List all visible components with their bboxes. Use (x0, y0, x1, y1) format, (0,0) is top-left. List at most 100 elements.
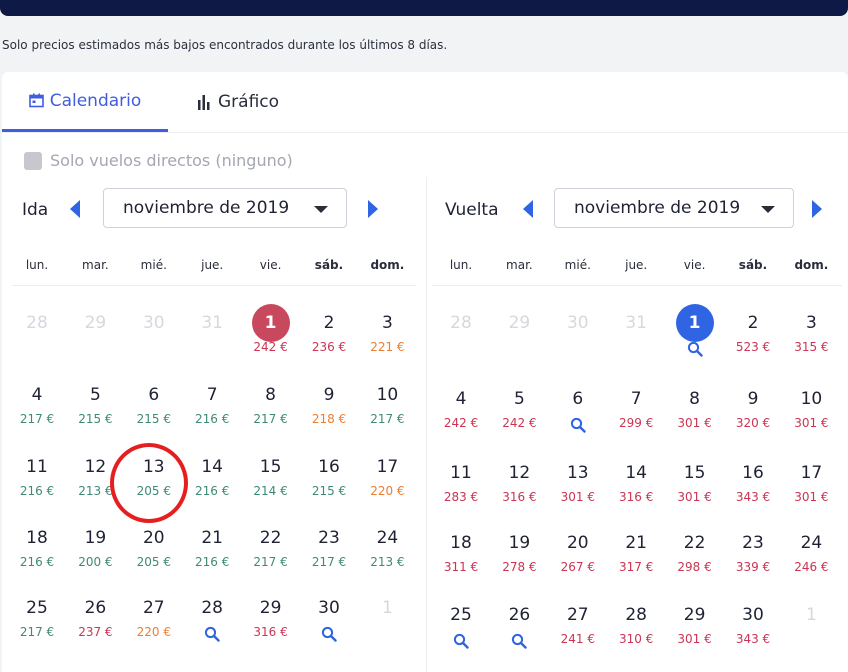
return-day-cell[interactable]: 16 343 € (724, 458, 782, 514)
return-day-cell[interactable]: 29 301 € (666, 600, 724, 656)
outbound-day-cell[interactable]: 27 220 € (125, 593, 183, 649)
day-number: 12 (84, 457, 107, 477)
day-price: 267 € (560, 560, 595, 574)
return-day-cell: 30 (549, 308, 607, 364)
return-day-cell[interactable]: 7 299 € (607, 384, 665, 440)
day-price: 316 € (502, 490, 537, 504)
tab-chart[interactable]: Gráfico (198, 72, 279, 132)
outbound-month-select[interactable]: noviembre de 2019 (103, 188, 347, 228)
outbound-day-cell[interactable]: 16 215 € (300, 452, 358, 508)
return-day-cell[interactable]: 3 315 € (782, 308, 840, 364)
outbound-day-cell[interactable]: 14 216 € (183, 452, 241, 508)
return-day-cell[interactable]: 25 (432, 600, 490, 656)
outbound-day-cell[interactable]: 28 (183, 593, 241, 649)
direct-flights-filter[interactable]: Solo vuelos directos (ninguno) (24, 151, 293, 170)
outbound-day-cell[interactable]: 26 237 € (66, 593, 124, 649)
outbound-day-cell[interactable]: 19 200 € (66, 523, 124, 579)
outbound-day-cell[interactable]: 12 213 € (66, 452, 124, 508)
outbound-day-cell[interactable]: 10 217 € (358, 380, 416, 436)
outbound-day-cell[interactable]: 11 216 € (8, 452, 66, 508)
weekday-header: jue. (201, 258, 224, 272)
day-price: 283 € (443, 490, 479, 504)
return-day-cell[interactable]: 27 241 € (549, 600, 607, 656)
return-day-cell[interactable]: 26 (490, 600, 548, 656)
day-price: 301 € (560, 490, 595, 504)
return-day-cell[interactable]: 14 316 € (607, 458, 665, 514)
return-day-cell[interactable]: 1 (666, 304, 724, 364)
return-day-cell[interactable]: 8 301 € (666, 384, 724, 440)
outbound-day-cell[interactable]: 4 217 € (8, 380, 66, 436)
outbound-day-cell[interactable]: 17 220 € (358, 452, 416, 508)
day-price: 213 € (370, 555, 405, 569)
day-price: 523 € (735, 340, 771, 354)
return-day-cell[interactable]: 4 242 € (432, 384, 490, 440)
day-number: 13 (142, 457, 165, 477)
tab-calendar-label: Calendario (49, 90, 142, 111)
return-day-cell: 31 (607, 308, 665, 364)
outbound-day-cell[interactable]: 8 217 € (242, 380, 300, 436)
day-number: 10 (800, 389, 823, 409)
return-day-cell[interactable]: 12 316 € (490, 458, 548, 514)
outbound-day-cell[interactable]: 9 218 € (300, 380, 358, 436)
return-day-cell[interactable]: 19 278 € (490, 528, 548, 584)
return-day-cell[interactable]: 21 317 € (607, 528, 665, 584)
day-number: 13 (566, 463, 589, 483)
outbound-next-month-button[interactable] (368, 200, 378, 218)
return-day-cell[interactable]: 9 320 € (724, 384, 782, 440)
return-prev-month-button[interactable] (523, 200, 533, 218)
return-day-cell[interactable]: 24 246 € (782, 528, 840, 584)
return-day-cell[interactable]: 18 311 € (432, 528, 490, 584)
return-day-cell[interactable]: 2 523 € (724, 308, 782, 364)
outbound-day-cell[interactable]: 18 216 € (8, 523, 66, 579)
outbound-day-cell[interactable]: 29 316 € (242, 593, 300, 649)
return-day-cell[interactable]: 28 310 € (607, 600, 665, 656)
outbound-day-cell[interactable]: 25 217 € (8, 593, 66, 649)
outbound-day-cell[interactable]: 23 217 € (300, 523, 358, 579)
outbound-day-cell[interactable]: 13 205 € (125, 452, 183, 508)
return-day-cell[interactable]: 23 339 € (724, 528, 782, 584)
day-number: 1 (805, 605, 817, 625)
return-day-cell[interactable]: 22 298 € (666, 528, 724, 584)
day-number: 23 (742, 533, 764, 553)
outbound-day-cell[interactable]: 20 205 € (125, 523, 183, 579)
day-number: 25 (450, 605, 472, 625)
return-day-cell[interactable]: 20 267 € (549, 528, 607, 584)
tab-calendar[interactable]: Calendario (2, 72, 168, 132)
day-number: 14 (201, 457, 223, 477)
weekday-header: lun. (25, 258, 49, 272)
return-day-cell[interactable]: 30 343 € (724, 600, 782, 656)
day-number: 15 (259, 457, 282, 477)
outbound-day-cell[interactable]: 21 216 € (183, 523, 241, 579)
outbound-day-cell[interactable]: 24 213 € (358, 523, 416, 579)
return-month-select[interactable]: noviembre de 2019 (554, 188, 794, 228)
return-day-cell[interactable]: 6 (549, 384, 607, 440)
return-day-cell[interactable]: 17 301 € (782, 458, 840, 514)
chevron-down-icon (761, 206, 775, 213)
return-day-cell[interactable]: 13 301 € (549, 458, 607, 514)
day-number: 24 (800, 533, 823, 553)
direct-flights-checkbox[interactable] (24, 151, 42, 170)
day-number: 22 (259, 528, 282, 548)
outbound-day-cell[interactable]: 1 242 € (242, 304, 300, 364)
outbound-day-cell[interactable]: 30 (300, 593, 358, 649)
outbound-day-cell[interactable]: 3 221 € (358, 308, 416, 364)
outbound-day-cell[interactable]: 6 215 € (125, 380, 183, 436)
day-price: 242 € (253, 340, 288, 354)
return-day-cell[interactable]: 15 301 € (666, 458, 724, 514)
outbound-day-cell[interactable]: 22 217 € (242, 523, 300, 579)
price-disclaimer: Solo precios estimados más bajos encontr… (2, 38, 448, 52)
return-day-cell[interactable]: 5 242 € (490, 384, 548, 440)
return-day-cell[interactable]: 11 283 € (432, 458, 490, 514)
outbound-day-cell[interactable]: 15 214 € (242, 452, 300, 508)
outbound-day-cell[interactable]: 2 236 € (300, 308, 358, 364)
outbound-prev-month-button[interactable] (70, 200, 80, 218)
outbound-day-cell[interactable]: 5 215 € (66, 380, 124, 436)
return-next-month-button[interactable] (812, 200, 822, 218)
day-price: 315 € (794, 340, 829, 354)
search-icon (570, 417, 586, 433)
day-number: 2 (323, 313, 335, 333)
outbound-day-cell[interactable]: 7 216 € (183, 380, 241, 436)
day-price: 343 € (735, 490, 771, 504)
return-day-cell[interactable]: 10 301 € (782, 384, 840, 440)
day-price: 213 € (78, 484, 113, 498)
